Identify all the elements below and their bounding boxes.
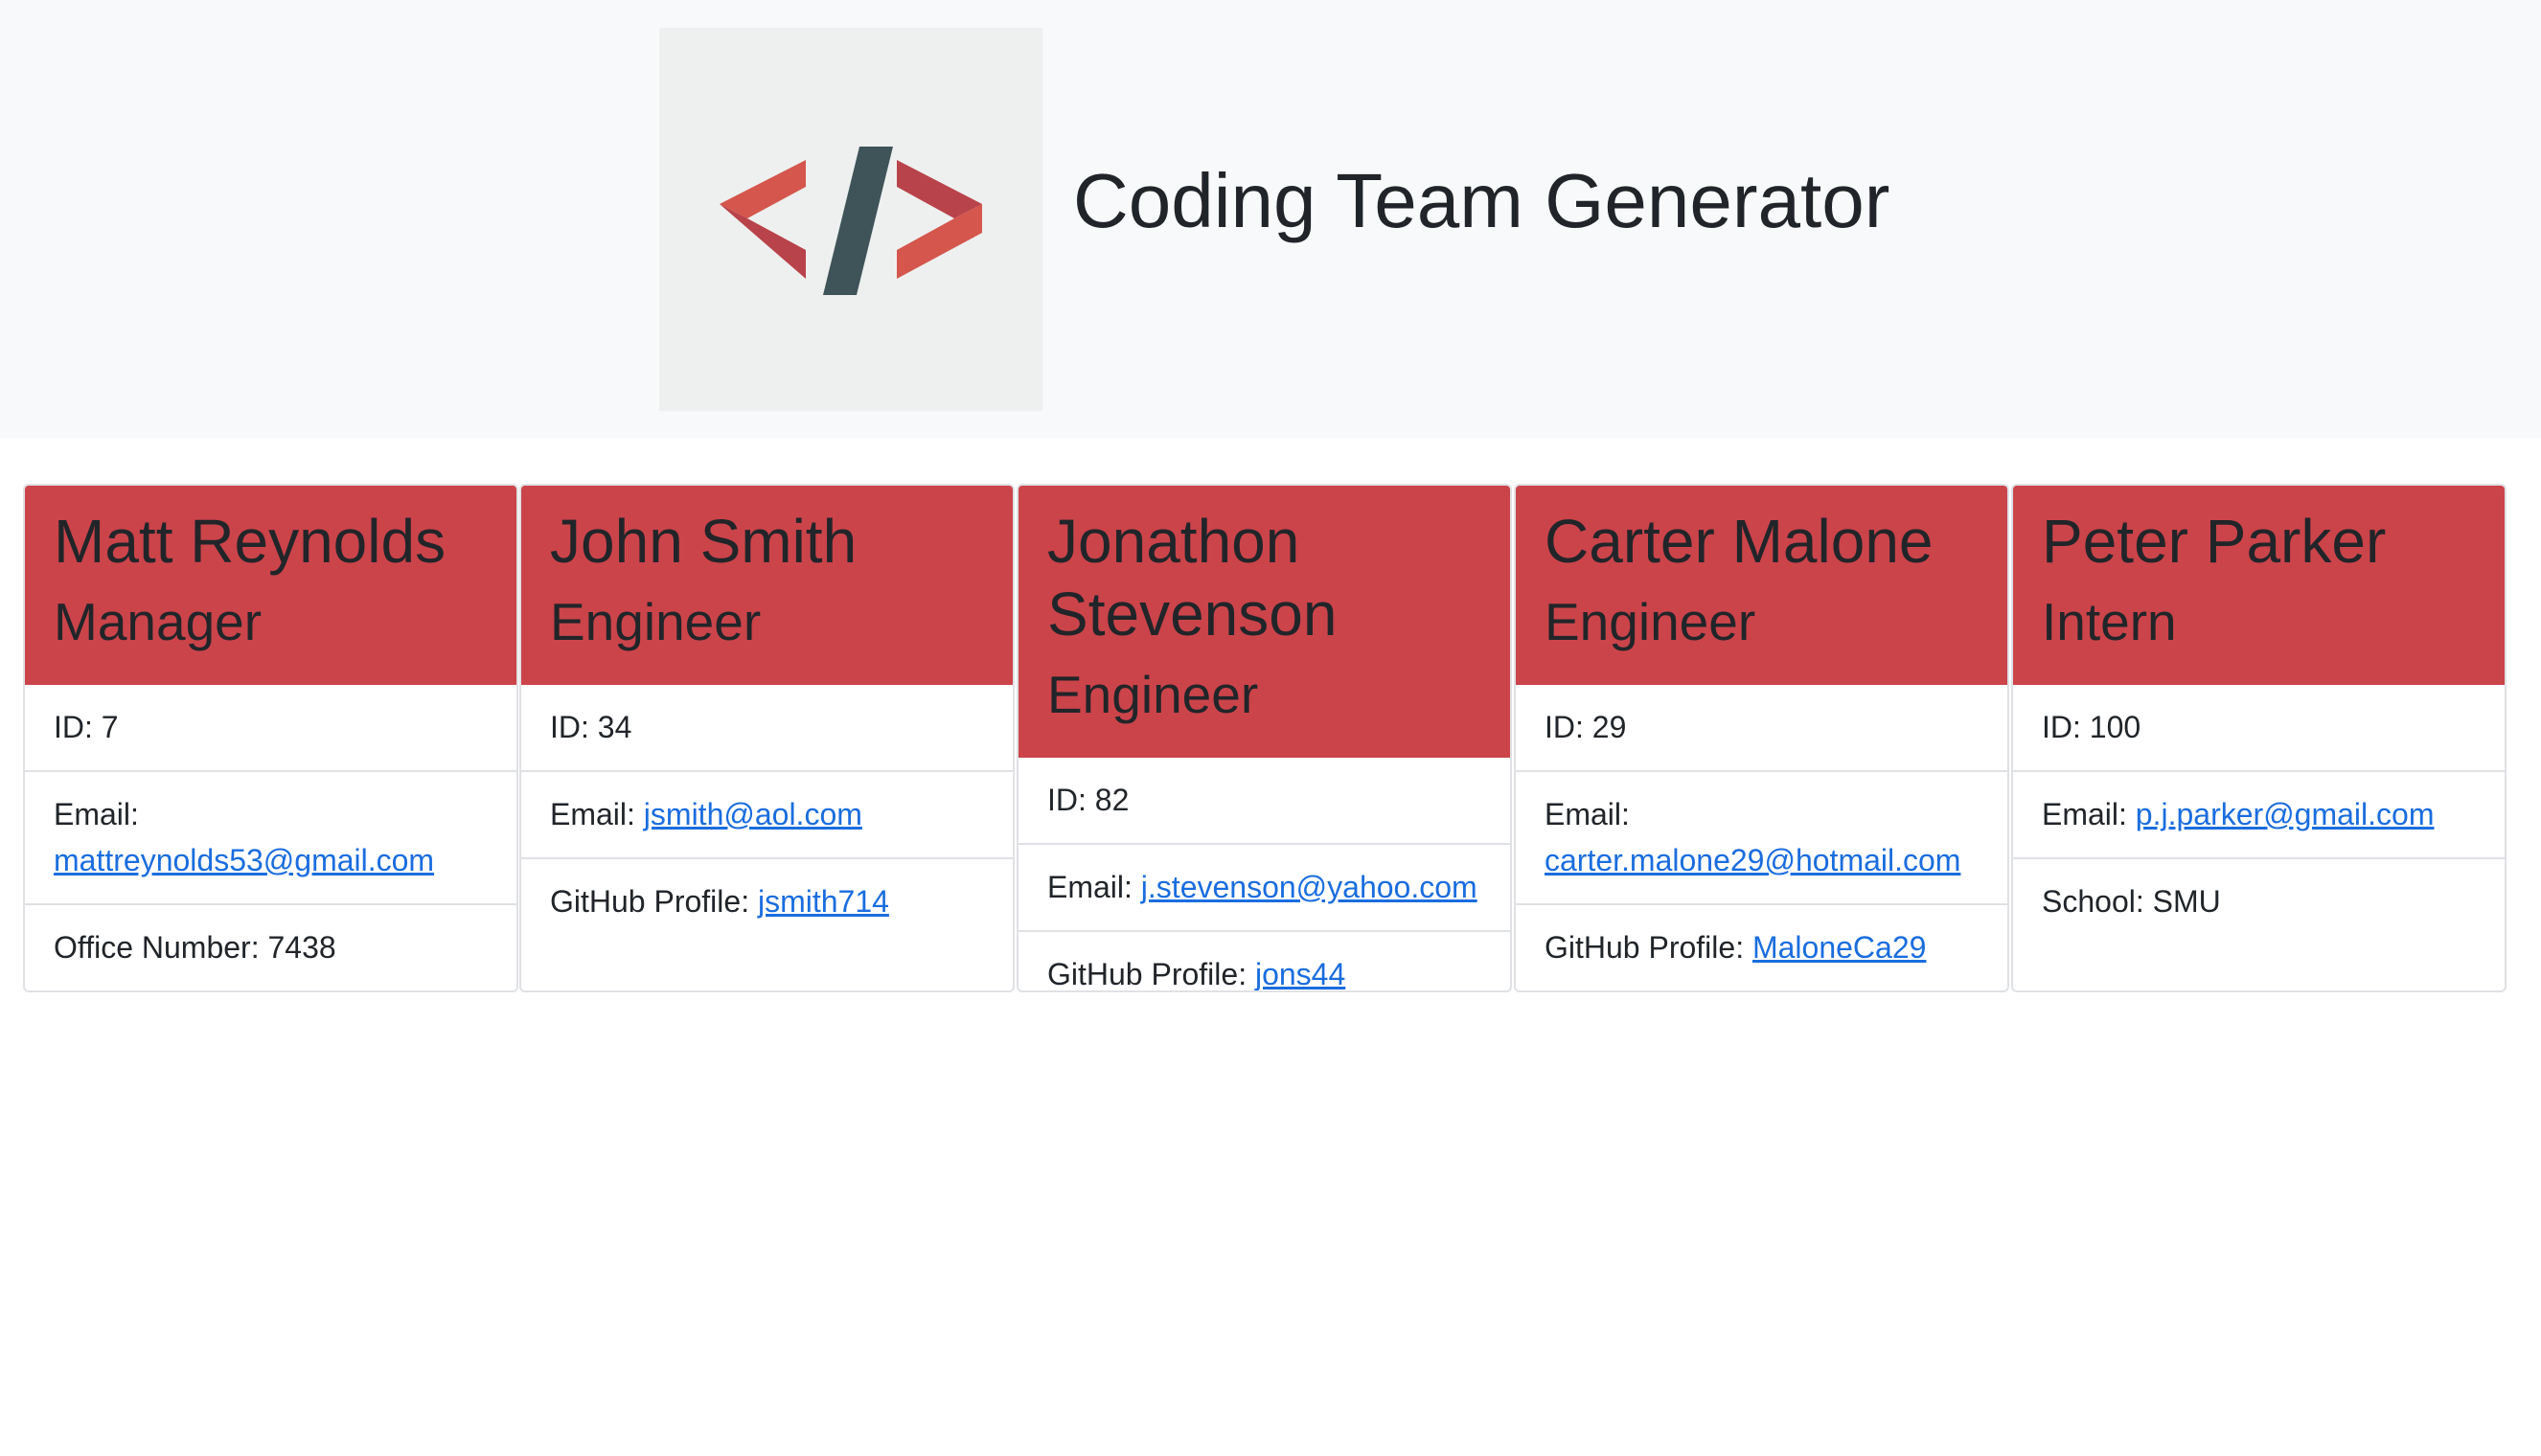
- github-label: GitHub Profile:: [1047, 957, 1248, 991]
- github-label: GitHub Profile:: [1545, 930, 1745, 965]
- card-header: Jonathon Stevenson Engineer: [1019, 486, 1510, 758]
- employee-name: Matt Reynolds: [54, 507, 446, 576]
- employee-card: Peter Parker Intern ID: 100 Email: p.j.p…: [2011, 484, 2507, 992]
- github-link[interactable]: jons44: [1255, 957, 1345, 990]
- employee-role: Intern: [2042, 592, 2177, 651]
- email-label: Email:: [54, 797, 139, 831]
- employee-card: Jonathon Stevenson Engineer ID: 82 Email…: [1017, 484, 1512, 992]
- team-cards: Matt Reynolds Manager ID: 7 Email: mattr…: [23, 484, 2507, 994]
- github-link[interactable]: jsmith714: [758, 884, 889, 919]
- employee-id: ID: 34: [521, 685, 1013, 772]
- card-header: John Smith Engineer: [521, 486, 1013, 685]
- github-label: GitHub Profile:: [550, 884, 750, 919]
- employee-id: ID: 100: [2013, 685, 2505, 772]
- employee-email-row: Email: mattreynolds53@gmail.com: [25, 772, 516, 905]
- employee-card: Matt Reynolds Manager ID: 7 Email: mattr…: [23, 484, 518, 992]
- employee-name: Jonathon Stevenson: [1047, 507, 1338, 648]
- github-link[interactable]: MaloneCa29: [1752, 930, 1926, 965]
- email-link[interactable]: jsmith@aol.com: [644, 797, 862, 831]
- employee-role: Engineer: [1545, 592, 1756, 651]
- page-title: Coding Team Generator: [1073, 158, 1890, 243]
- employee-card: Carter Malone Engineer ID: 29 Email: car…: [1514, 484, 2009, 992]
- card-header: Matt Reynolds Manager: [25, 486, 516, 685]
- email-label: Email:: [1545, 797, 1630, 831]
- page-header: Coding Team Generator: [0, 0, 2541, 438]
- email-link[interactable]: j.stevenson@yahoo.com: [1141, 870, 1477, 904]
- employee-card: John Smith Engineer ID: 34 Email: jsmith…: [519, 484, 1015, 992]
- code-brackets-icon: [659, 28, 1042, 411]
- card-header: Peter Parker Intern: [2013, 486, 2505, 685]
- email-label: Email:: [550, 797, 635, 831]
- employee-id: ID: 7: [25, 685, 516, 772]
- email-link[interactable]: carter.malone29@hotmail.com: [1545, 843, 1960, 877]
- employee-role: Manager: [54, 592, 263, 651]
- employee-email-row: Email: j.stevenson@yahoo.com: [1019, 845, 1510, 932]
- email-link[interactable]: p.j.parker@gmail.com: [2136, 797, 2435, 831]
- employee-name: John Smith: [550, 507, 858, 576]
- employee-email-row: Email: jsmith@aol.com: [521, 772, 1013, 859]
- employee-name: Carter Malone: [1545, 507, 1934, 576]
- office-number: Office Number: 7438: [54, 930, 336, 965]
- email-label: Email:: [2042, 797, 2127, 831]
- card-header: Carter Malone Engineer: [1516, 486, 2007, 685]
- github-row: GitHub Profile: jons44: [1019, 932, 1510, 991]
- email-link[interactable]: mattreynolds53@gmail.com: [54, 843, 434, 877]
- employee-role: Engineer: [1047, 665, 1259, 724]
- employee-email-row: Email: p.j.parker@gmail.com: [2013, 772, 2505, 859]
- github-row: GitHub Profile: jsmith714: [521, 859, 1013, 944]
- github-row: GitHub Profile: MaloneCa29: [1516, 905, 2007, 990]
- employee-email-row: Email: carter.malone29@hotmail.com: [1516, 772, 2007, 905]
- employee-role: Engineer: [550, 592, 762, 651]
- employee-id: ID: 82: [1019, 758, 1510, 845]
- employee-name: Peter Parker: [2042, 507, 2387, 576]
- email-label: Email:: [1047, 870, 1133, 904]
- employee-id: ID: 29: [1516, 685, 2007, 772]
- school-row: School: SMU: [2042, 884, 2221, 919]
